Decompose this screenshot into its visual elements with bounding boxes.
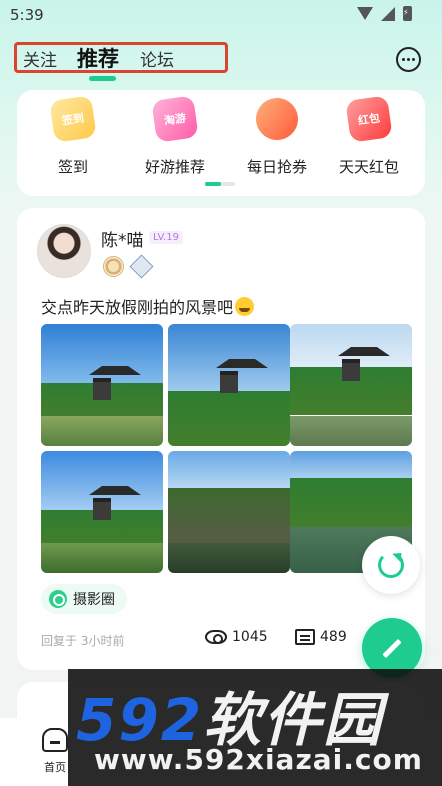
tab-follow[interactable]: 关注 (23, 46, 57, 71)
photo-water (290, 415, 412, 446)
message-button[interactable] (396, 47, 421, 72)
post-photo[interactable] (41, 451, 163, 573)
refresh-icon (378, 552, 404, 578)
quick-item-label: 签到 (57, 158, 88, 176)
quick-item-red-packet[interactable]: 红包 天天红包 (318, 95, 420, 177)
checkin-icon: 签到 (49, 95, 97, 143)
comment-count[interactable]: 489 (295, 629, 347, 645)
post-photo[interactable] (41, 324, 163, 446)
post-photo[interactable] (168, 324, 290, 446)
pagoda-icon (89, 478, 141, 520)
tab-indicator (89, 76, 116, 81)
pen-icon (382, 638, 402, 658)
nav-home[interactable]: 首页 (38, 728, 72, 775)
status-icons (357, 6, 412, 21)
quick-item-label: 天天红包 (338, 158, 399, 176)
eye-icon (205, 630, 227, 644)
post-photo[interactable] (290, 324, 412, 446)
grin-emoji-icon (235, 297, 255, 316)
medal-icon (103, 256, 124, 277)
post-card[interactable]: 陈*喵 LV.19 交点昨天放假刚拍的风景吧 摄影圈 回复于 3小时前 1045… (17, 208, 425, 670)
rank-icon (129, 254, 154, 279)
quick-item-daily-coupon[interactable]: 每日抢券 (226, 95, 328, 177)
photo-trees (168, 487, 290, 549)
reply-time: 回复于 3小时前 (41, 634, 125, 648)
status-time: 5:39 (10, 6, 44, 24)
quick-item-label: 每日抢券 (246, 158, 307, 176)
photo-water (41, 415, 163, 446)
red-packet-icon: 红包 (345, 95, 393, 143)
tab-recommend[interactable]: 推荐 (77, 43, 119, 73)
battery-icon (403, 6, 412, 21)
quick-features-card: 签到 签到 淘游 好游推荐 每日抢券 红包 天天红包 (17, 90, 425, 196)
comment-count-value: 489 (320, 629, 347, 645)
coupon-icon (253, 95, 301, 143)
pagoda-icon (89, 358, 141, 401)
avatar[interactable] (37, 224, 91, 278)
comment-icon (295, 629, 315, 645)
photo-water (168, 542, 290, 573)
quick-pager-indicator (205, 182, 235, 186)
message-dot (402, 58, 405, 61)
quick-item-checkin[interactable]: 签到 签到 (22, 95, 124, 177)
home-icon (42, 728, 68, 752)
site-watermark: 592软件园 www.592xiazai.com (68, 669, 442, 786)
topic-tag[interactable]: 摄影圈 (41, 584, 127, 614)
status-bar: 5:39 (0, 0, 442, 30)
message-dot (412, 58, 415, 61)
signal-icon (381, 6, 395, 21)
tab-forum[interactable]: 论坛 (140, 46, 174, 71)
photo-trees (290, 477, 412, 533)
photo-trees (168, 391, 290, 446)
username[interactable]: 陈*喵 (101, 226, 144, 251)
refresh-button[interactable] (362, 536, 420, 594)
post-text[interactable]: 交点昨天放假刚拍的风景吧 (41, 294, 255, 318)
wifi-icon (357, 7, 373, 20)
view-count-value: 1045 (232, 629, 268, 645)
quick-item-game-recommend[interactable]: 淘游 好游推荐 (124, 95, 226, 177)
photo-water (41, 542, 163, 573)
nav-home-label: 首页 (44, 761, 66, 774)
topic-tag-label: 摄影圈 (73, 592, 115, 608)
game-recommend-icon: 淘游 (151, 95, 199, 143)
watermark-url: www.592xiazai.com (94, 743, 423, 776)
pagoda-icon (216, 351, 268, 393)
level-badge: LV.19 (149, 231, 183, 244)
post-photo[interactable] (168, 451, 290, 573)
pagoda-icon (338, 339, 390, 381)
view-count: 1045 (205, 629, 268, 645)
post-text-content: 交点昨天放假刚拍的风景吧 (41, 298, 234, 317)
quick-item-label: 好游推荐 (144, 158, 205, 176)
message-dot (407, 58, 410, 61)
camera-circle-icon (49, 590, 67, 608)
